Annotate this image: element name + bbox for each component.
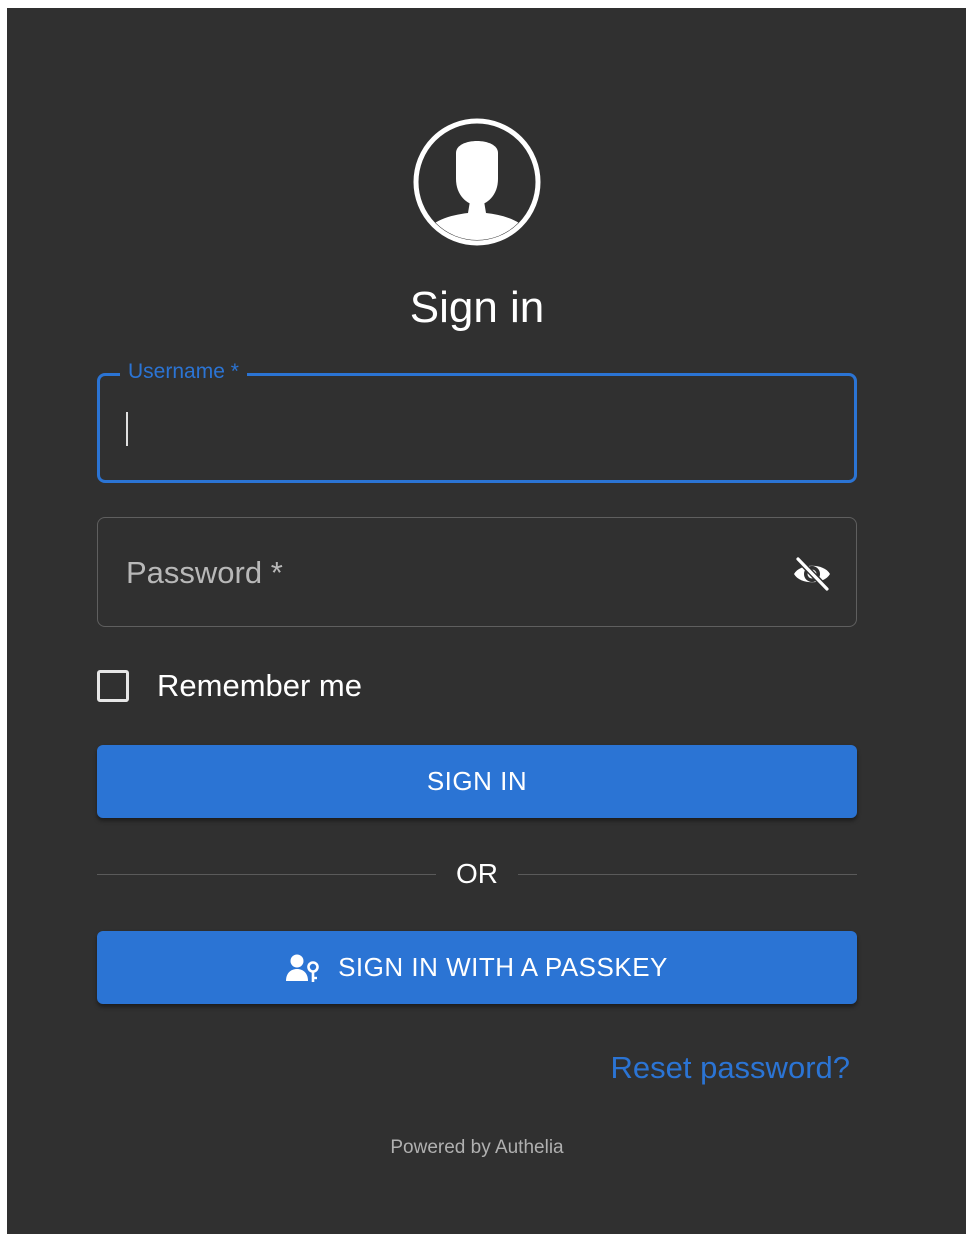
remember-me-checkbox[interactable]: Remember me — [97, 666, 362, 706]
login-panel: Sign in Username * Password * Remember m… — [7, 8, 966, 1234]
username-input[interactable] — [100, 376, 854, 480]
user-key-icon — [286, 954, 319, 982]
divider-line-right — [518, 873, 857, 875]
username-field[interactable]: Username * — [97, 358, 857, 483]
page-title: Sign in — [409, 283, 545, 332]
remember-me-label: Remember me — [157, 668, 362, 703]
password-field[interactable]: Password * — [97, 517, 857, 627]
checkbox-box[interactable] — [97, 670, 129, 702]
password-input[interactable] — [98, 518, 856, 626]
eye-off-icon[interactable] — [792, 554, 832, 594]
divider-text: OR — [456, 858, 498, 889]
user-avatar-icon — [413, 118, 541, 246]
reset-password-link[interactable]: Reset password? — [610, 1048, 850, 1088]
or-divider: OR — [97, 853, 857, 895]
powered-by-footer[interactable]: Powered by Authelia — [7, 1135, 947, 1161]
passkey-button[interactable]: SIGN IN WITH A PASSKEY — [97, 931, 857, 1004]
divider-line-left — [97, 873, 436, 875]
sign-in-button[interactable]: SIGN IN — [97, 745, 857, 818]
passkey-button-label: SIGN IN WITH A PASSKEY — [338, 952, 668, 982]
